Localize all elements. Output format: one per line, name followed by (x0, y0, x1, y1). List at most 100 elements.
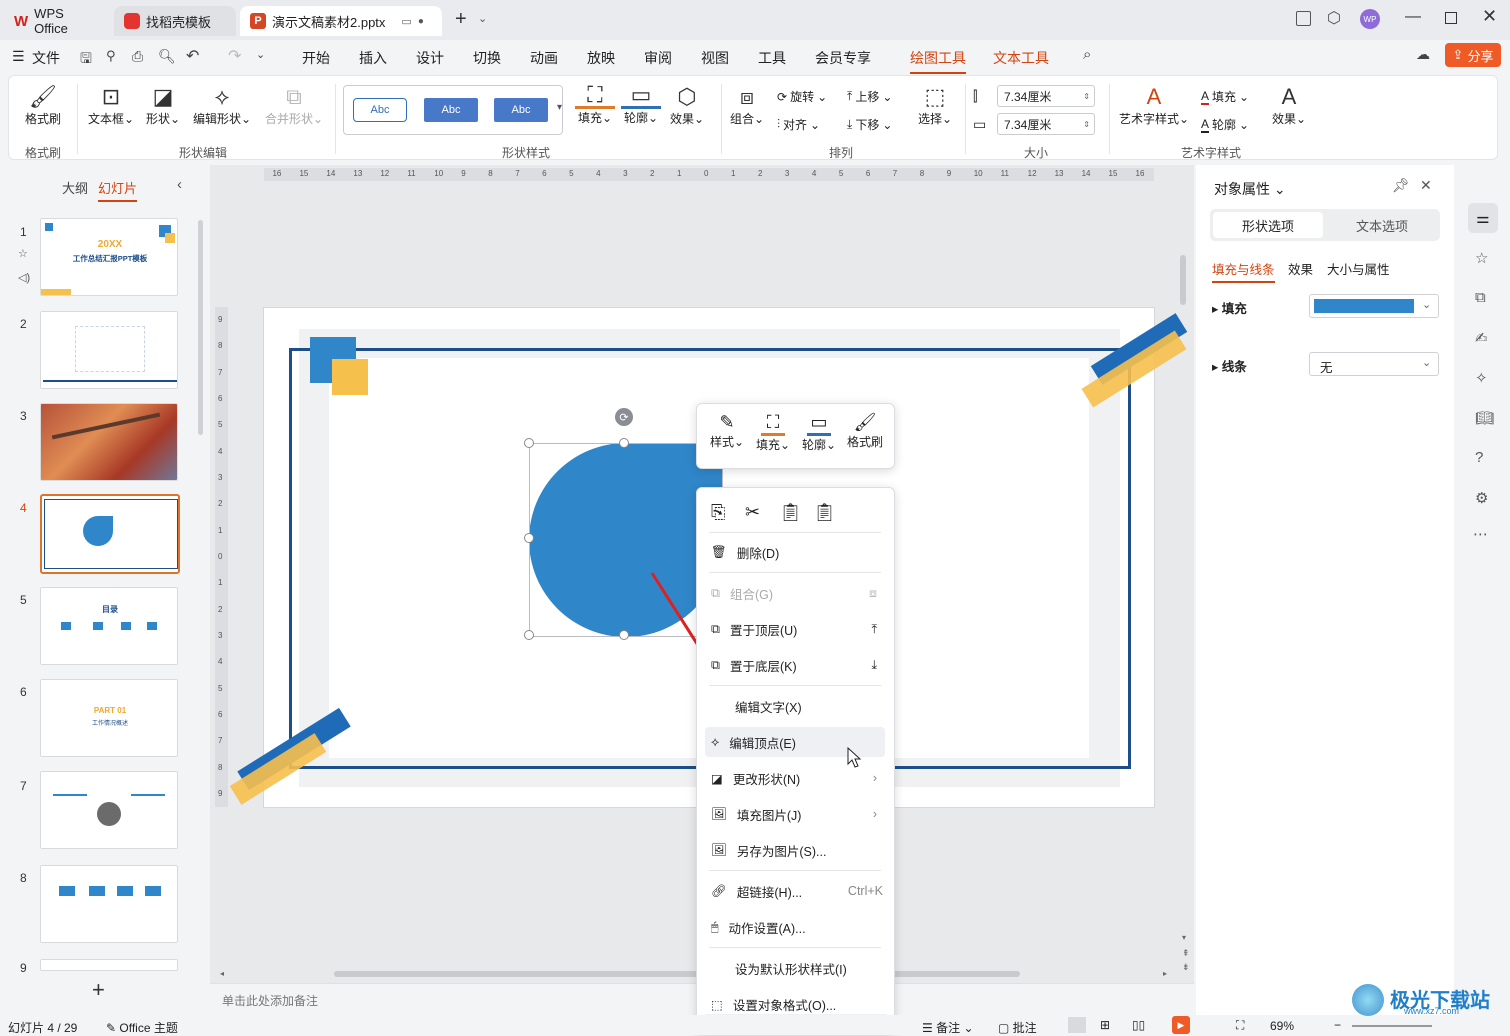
redo-icon[interactable]: ↷ (228, 46, 241, 66)
effect-button[interactable]: ⬡ 效果⌄ (667, 84, 707, 127)
new-tab-icon[interactable]: + (455, 8, 467, 31)
subtab-effect[interactable]: 效果 (1288, 259, 1313, 278)
tab-shape-options[interactable]: 形状选项 (1213, 212, 1323, 238)
unsaved-dot-icon[interactable]: ● (418, 16, 424, 27)
menu-member[interactable]: 会员专享 (815, 48, 871, 68)
comment-button[interactable]: ▢ 批注 (998, 1019, 1037, 1036)
slide-thumbnail-7[interactable] (40, 771, 178, 849)
spinner-icon[interactable]: ⇕ (1083, 92, 1090, 101)
menu-default-style[interactable]: 设为默认形状样式(I) (705, 953, 885, 983)
textbox-button[interactable]: ⊡ 文本框⌄ (85, 84, 137, 127)
layout-icon[interactable] (1296, 11, 1311, 26)
move-up-button[interactable]: ⤒ 上移 ⌄ (847, 88, 892, 105)
tab-document[interactable]: P 演示文稿素材2.pptx ▭ ● (240, 6, 442, 36)
tab-template[interactable]: 找稻壳模板 (114, 6, 236, 36)
rotate-button[interactable]: ⟳ 旋转 ⌄ (777, 88, 827, 105)
vertical-ruler[interactable]: 9 8 7 6 5 4 3 2 1 0 1 2 3 4 5 6 7 8 9 (215, 307, 228, 807)
more-icon[interactable]: ⋯ (1473, 525, 1488, 543)
rotate-handle-icon[interactable]: ⟳ (615, 408, 633, 426)
menu-start[interactable]: 开始 (302, 48, 330, 68)
copy-icon[interactable]: ⎘ (711, 502, 725, 523)
menu-action[interactable]: 🖱︎ 动作设置(A)... (705, 912, 885, 942)
help-icon[interactable]: ? (1475, 449, 1483, 466)
zoom-level[interactable]: 69% (1270, 1019, 1294, 1033)
fill-section[interactable]: ▸ 填充 (1212, 298, 1247, 317)
collapse-chevron-icon[interactable]: ‹ (177, 176, 182, 193)
tab-wps-office[interactable]: W WPS Office (4, 6, 110, 36)
send-backward-icon[interactable]: ⤓ (871, 658, 877, 673)
fit-icon[interactable]: ⛶ (1236, 1018, 1244, 1033)
select-button[interactable]: ⬚ 选择⌄ (915, 84, 955, 127)
style-sample[interactable]: Abc (494, 98, 548, 122)
menu-view[interactable]: 视图 (701, 48, 729, 68)
fill-button[interactable]: ⛶ 填充⌄ (575, 84, 615, 126)
menu-slideshow[interactable]: 放映 (587, 48, 615, 68)
zoom-slider[interactable] (1352, 1025, 1432, 1027)
star-icon[interactable]: ☆ (1475, 249, 1488, 267)
minimize-icon[interactable]: — (1405, 8, 1421, 26)
menu-drawing-tools[interactable]: 绘图工具 (910, 48, 966, 74)
save-icon[interactable]: 🖫 (80, 48, 92, 72)
link-icon[interactable]: ⚲ (106, 48, 116, 64)
avatar[interactable]: WP (1360, 9, 1380, 29)
resize-handle[interactable] (524, 630, 534, 640)
tab-text-options[interactable]: 文本选项 (1327, 212, 1437, 238)
pin-icon[interactable]: 📌︎ (1392, 177, 1410, 194)
resize-handle[interactable] (619, 438, 629, 448)
edit-shape-button[interactable]: ⟡ 编辑形状⌄ (189, 84, 255, 127)
mini-brush-button[interactable]: 🖌︎ 格式刷 (843, 412, 887, 450)
combine-button[interactable]: ⧈ 组合⌄ (727, 84, 767, 127)
scroll-down-icon[interactable]: ▾ (1182, 933, 1186, 942)
ungroup-icon[interactable]: ⧈ (869, 586, 877, 601)
cube-icon[interactable]: ⬡ (1327, 8, 1341, 28)
style-sample[interactable]: Abc (424, 98, 478, 122)
move-down-button[interactable]: ⤓ 下移 ⌄ (847, 116, 892, 133)
properties-icon[interactable]: ⚌ (1468, 203, 1498, 233)
menu-bring-front[interactable]: ⧉ 置于顶层(U) ⤒ (705, 614, 885, 644)
line-dropdown[interactable]: 无 ⌄ (1309, 352, 1439, 376)
resize-handle[interactable] (524, 438, 534, 448)
menu-group[interactable]: ⧉ 组合(G) ⧈ (705, 578, 885, 608)
slide-thumbnail-8[interactable] (40, 865, 178, 943)
cloud-icon[interactable]: ☁ (1416, 46, 1430, 63)
text-fill-button[interactable]: A 填充 ⌄ (1201, 88, 1249, 105)
close-panel-icon[interactable]: ✕ (1420, 177, 1432, 194)
width-input[interactable]: 7.34厘米 ⇕ (997, 113, 1095, 135)
text-effect-button[interactable]: A 效果⌄ (1269, 84, 1309, 127)
prev-slide-icon[interactable]: ⇞ (1182, 948, 1190, 959)
horizontal-scrollbar[interactable] (334, 971, 1020, 977)
book-icon[interactable]: 📖︎ (1475, 409, 1494, 427)
tools-icon[interactable]: ✧ (1475, 369, 1488, 387)
scroll-left-icon[interactable]: ◂ (220, 969, 224, 978)
add-slide-button[interactable]: + (92, 977, 105, 1003)
shape-button[interactable]: ◪ 形状⌄ (143, 84, 183, 127)
panel-title[interactable]: 对象属性 ⌄ (1214, 179, 1286, 199)
line-section[interactable]: ▸ 线条 (1212, 356, 1247, 375)
menu-tools[interactable]: 工具 (758, 48, 786, 68)
vertical-scrollbar[interactable] (1180, 255, 1186, 305)
play-icon[interactable]: ▶ (1172, 1016, 1190, 1034)
resize-handle[interactable] (619, 630, 629, 640)
next-slide-icon[interactable]: ⇟ (1182, 962, 1190, 973)
gallery-more-icon[interactable]: ▾ (557, 102, 562, 113)
menu-edit-text[interactable]: 编辑文字(X) (705, 691, 885, 721)
paste-icon[interactable]: 📋︎ (779, 502, 802, 523)
spinner-icon[interactable]: ⇕ (1083, 120, 1090, 129)
share-button[interactable]: ⇪ 分享 (1445, 43, 1501, 67)
theme-indicator[interactable]: ✎ Office 主题 (106, 1019, 178, 1036)
slide-thumbnail-5[interactable]: 目录 (40, 587, 178, 665)
mini-fill-button[interactable]: ⛶ 填充⌄ (751, 412, 795, 453)
hamburger-icon[interactable]: ☰ (12, 48, 25, 65)
copy-icon[interactable]: ⧉ (1475, 289, 1486, 306)
slide-thumbnail-6[interactable]: PART 01 工作情况概述 (40, 679, 178, 757)
outline-tab[interactable]: 大纲 (62, 178, 88, 197)
menu-animation[interactable]: 动画 (530, 48, 558, 68)
more-chevron-icon[interactable]: ⌄ (256, 48, 265, 61)
plugin-icon[interactable]: ⚙ (1475, 489, 1488, 507)
menu-save-picture[interactable]: 🖼︎ 另存为图片(S)... (705, 835, 885, 865)
print-icon[interactable]: ⎙ (132, 48, 143, 65)
menu-text-tools[interactable]: 文本工具 (993, 48, 1049, 68)
monitor-icon[interactable]: ▭ (401, 15, 411, 28)
notes-button[interactable]: ☰ 备注 ⌄ (922, 1019, 974, 1036)
slides-tab[interactable]: 幻灯片 (98, 178, 138, 202)
